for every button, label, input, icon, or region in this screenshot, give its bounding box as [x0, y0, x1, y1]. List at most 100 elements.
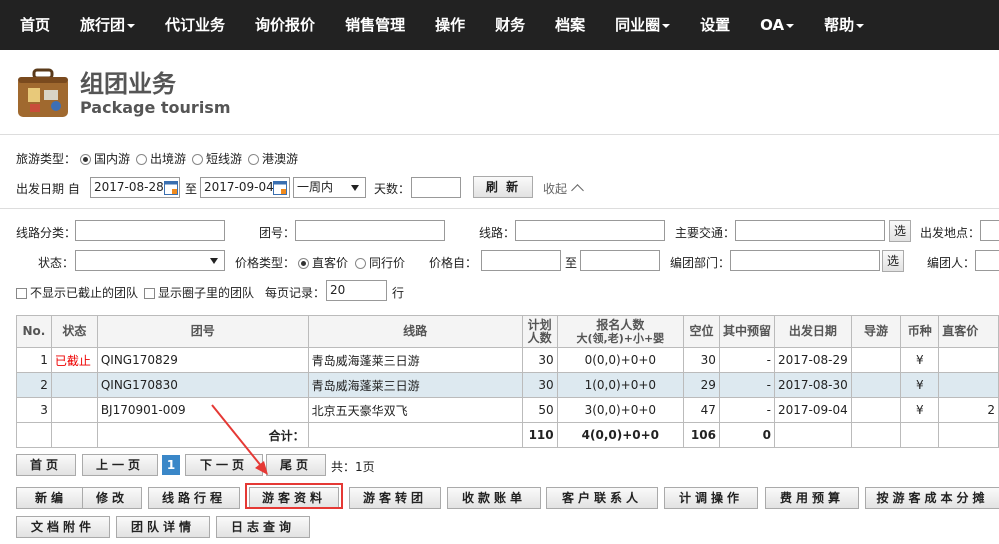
depart-place-label: 出发地点：: [920, 226, 981, 240]
price-type-label: 价格类型：: [235, 256, 296, 270]
col-vacant: 空位: [683, 315, 720, 348]
nav-oa[interactable]: OA: [745, 0, 809, 50]
tour-type-outbound[interactable]: 出境游: [136, 150, 186, 167]
nav-booking[interactable]: 代订业务: [150, 0, 240, 50]
col-signup: 报名人数 大(领,老)+小+婴: [556, 315, 685, 348]
transfer-group-button[interactable]: 游客转团: [349, 487, 441, 509]
page-total: 共：1页: [331, 460, 375, 474]
dispatch-button[interactable]: 计调操作: [664, 487, 758, 509]
range-select[interactable]: 一周内: [293, 177, 366, 198]
nav-finance[interactable]: 财务: [480, 0, 540, 50]
calendar-icon[interactable]: [273, 180, 287, 195]
itinerary-button[interactable]: 线路行程: [148, 487, 240, 509]
dropdown-arrow-icon: [351, 185, 359, 191]
route-label: 线路：: [479, 226, 516, 240]
first-page-button[interactable]: 首页: [16, 454, 76, 476]
table-row[interactable]: 1 已截止 QING170829 青岛威海蓬莱三日游 30 0(0,0)+0+0…: [16, 347, 999, 373]
receipt-bill-button[interactable]: 收款账单: [447, 487, 541, 509]
table-row[interactable]: 2 QING170830 青岛威海蓬莱三日游 30 1(0,0)+0+0 29 …: [16, 372, 999, 398]
days-input[interactable]: [411, 177, 461, 198]
editor-input[interactable]: [975, 250, 999, 271]
nav-home[interactable]: 首页: [0, 0, 65, 50]
group-no-input[interactable]: [295, 220, 445, 241]
divider: [0, 208, 999, 209]
refresh-button[interactable]: 刷 新: [473, 176, 533, 198]
nav-quote[interactable]: 询价报价: [240, 0, 330, 50]
nav-operation[interactable]: 操作: [420, 0, 480, 50]
show-circle-checkbox[interactable]: 显示圈子里的团队: [144, 284, 254, 301]
highlight-box: [245, 483, 343, 509]
transport-select-button[interactable]: 选: [889, 220, 911, 242]
next-page-button[interactable]: 下一页: [185, 454, 263, 476]
nav-peer-circle[interactable]: 同业圈: [600, 0, 685, 50]
prev-page-button[interactable]: 上一页: [82, 454, 158, 476]
dept-select-button[interactable]: 选: [882, 250, 904, 272]
price-to-input[interactable]: [580, 250, 660, 271]
radio-icon: [80, 154, 91, 165]
radio-icon: [136, 154, 147, 165]
tour-type-short[interactable]: 短线游: [192, 150, 242, 167]
budget-button[interactable]: 费用预算: [765, 487, 859, 509]
route-input[interactable]: [515, 220, 665, 241]
table-header-row: No. 状态 团号 线路 计划人数 报名人数 大(领,老)+小+婴 空位 其中预留…: [16, 315, 999, 348]
transport-label: 主要交通：: [675, 226, 736, 240]
attachments-button[interactable]: 文档附件: [16, 516, 110, 538]
radio-icon: [192, 154, 203, 165]
status-select[interactable]: [75, 250, 225, 271]
tour-type-hkmacau[interactable]: 港澳游: [248, 150, 298, 167]
calendar-icon[interactable]: [164, 180, 178, 195]
caret-down-icon: [786, 23, 795, 28]
divider: [0, 134, 999, 135]
nav-help[interactable]: 帮助: [809, 0, 879, 50]
table-total-row: 合计： 110 4(0,0)+0+0 106 0: [16, 422, 999, 448]
cost-allocation-button[interactable]: 按游客成本分摊: [865, 487, 999, 509]
nav-sales[interactable]: 销售管理: [330, 0, 420, 50]
nav-tour-group[interactable]: 旅行团: [65, 0, 150, 50]
dropdown-arrow-icon: [210, 258, 218, 264]
page-title: 组团业务: [80, 70, 176, 98]
to-label: 至: [185, 182, 198, 196]
customer-contact-button[interactable]: 客户联系人: [546, 487, 658, 509]
checkbox-icon: [144, 288, 155, 299]
nav-settings[interactable]: 设置: [685, 0, 745, 50]
tour-table: No. 状态 团号 线路 计划人数 报名人数 大(领,老)+小+婴 空位 其中预留…: [16, 315, 999, 448]
checkbox-icon: [16, 288, 27, 299]
col-price: 直客价: [938, 315, 999, 348]
price-from-input[interactable]: [481, 250, 561, 271]
log-query-button[interactable]: 日志查询: [216, 516, 310, 538]
edit-button[interactable]: 修改: [82, 487, 142, 509]
hide-closed-checkbox[interactable]: 不显示已截止的团队: [16, 284, 138, 301]
page-subtitle: Package tourism: [80, 98, 231, 117]
radio-icon: [248, 154, 259, 165]
table-row[interactable]: 3 BJ170901-009 北京五天豪华双飞 50 3(0,0)+0+0 47…: [16, 397, 999, 423]
radio-icon: [355, 258, 366, 269]
depart-place-input[interactable]: [980, 220, 999, 241]
team-detail-button[interactable]: 团队详情: [116, 516, 210, 538]
collapse-toggle[interactable]: 收起: [543, 180, 584, 197]
top-nav: 首页 旅行团 代订业务 询价报价 销售管理 操作 财务 档案 同业圈 设置 OA…: [0, 0, 999, 50]
per-page-input[interactable]: 20: [326, 280, 387, 301]
rows-unit-label: 行: [392, 286, 405, 300]
chevron-up-icon: [571, 184, 584, 197]
per-page-label: 每页记录：: [265, 286, 326, 300]
tour-type-label: 旅游类型：: [16, 152, 77, 166]
tour-type-domestic[interactable]: 国内游: [80, 150, 130, 167]
current-page[interactable]: 1: [162, 455, 180, 475]
group-no-label: 团号：: [259, 226, 296, 240]
col-no: No.: [16, 315, 52, 348]
dept-input[interactable]: [730, 250, 880, 271]
suitcase-icon: [18, 68, 68, 117]
price-from-label: 价格自：: [429, 256, 478, 270]
route-category-input[interactable]: [75, 220, 225, 241]
editor-label: 编团人：: [927, 256, 976, 270]
last-page-button[interactable]: 尾页: [266, 454, 326, 476]
transport-input[interactable]: [735, 220, 885, 241]
nav-archive[interactable]: 档案: [540, 0, 600, 50]
col-group-no: 团号: [96, 315, 309, 348]
new-button[interactable]: 新编: [16, 487, 86, 509]
route-category-label: 线路分类：: [16, 226, 77, 240]
price-type-peer[interactable]: 同行价: [355, 254, 405, 271]
status-badge: 已截止: [50, 347, 98, 373]
price-type-direct[interactable]: 直客价: [298, 254, 348, 271]
radio-icon: [298, 258, 309, 269]
